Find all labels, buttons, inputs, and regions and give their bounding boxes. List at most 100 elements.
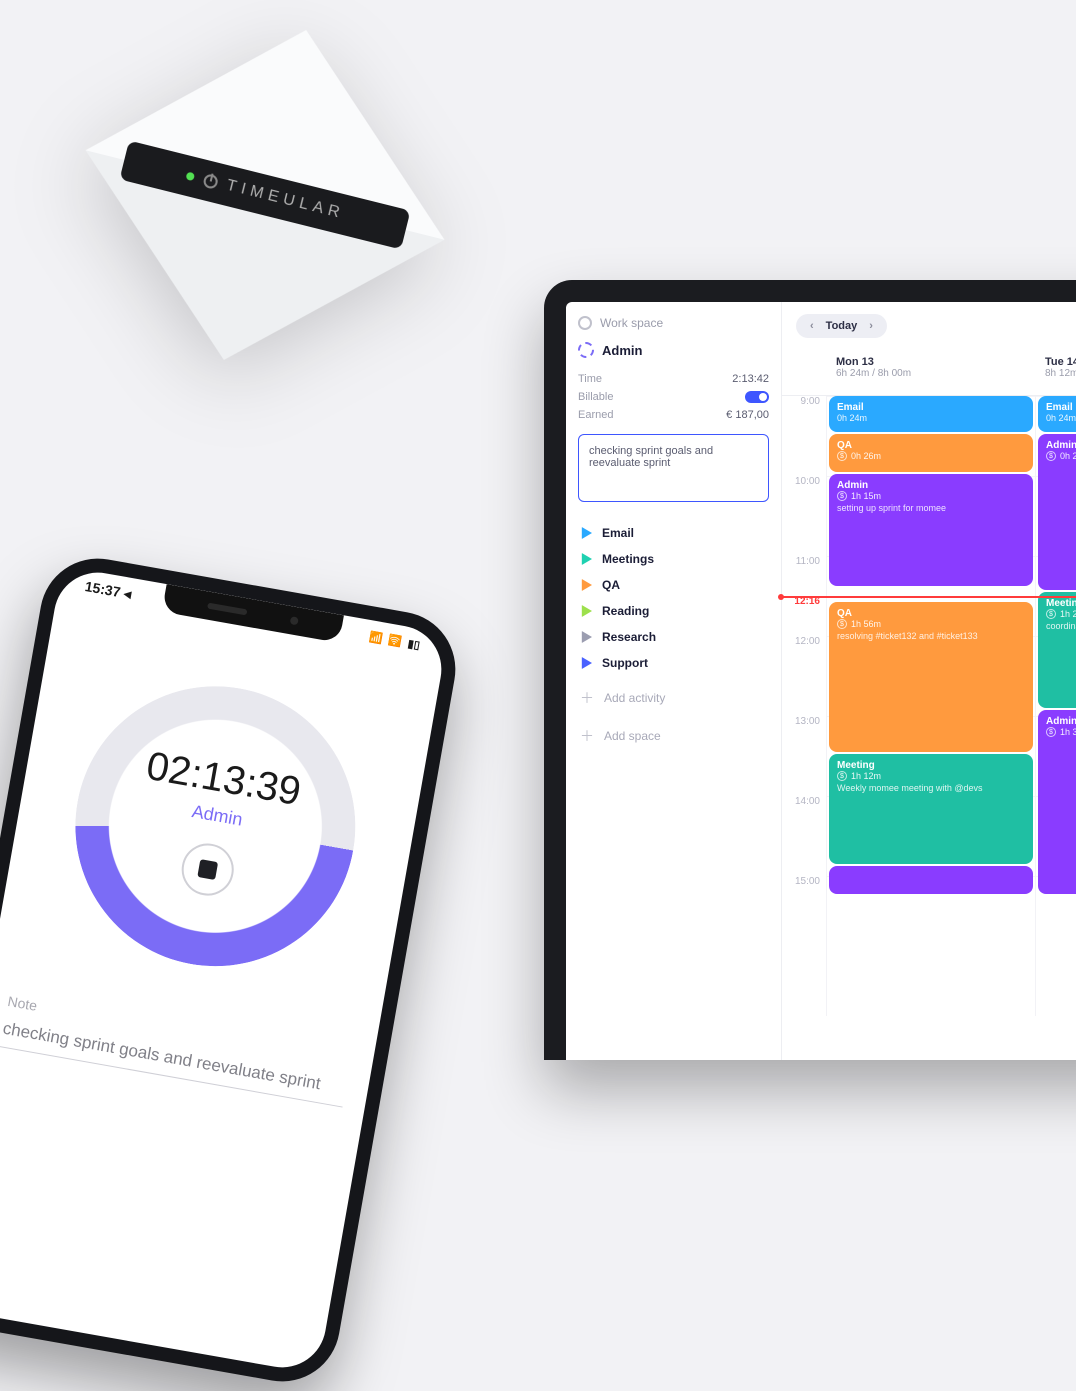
calendar-event[interactable]: Meeting$1h 20mcoordination @frontend bbox=[1038, 592, 1076, 708]
event-duration: 1h 20m bbox=[1060, 609, 1076, 619]
event-duration: 0h 27m bbox=[1060, 451, 1076, 461]
laptop-device: Work space Admin Time 2:13:42 Billable E… bbox=[544, 280, 1076, 1060]
play-icon bbox=[580, 631, 592, 643]
hour-label: 13:00 bbox=[795, 716, 820, 727]
billable-icon: $ bbox=[1046, 609, 1056, 619]
today-picker[interactable]: ‹ Today › bbox=[796, 314, 887, 338]
tracker-device: TIMEULAR bbox=[41, 0, 490, 419]
calendar-event[interactable]: Admin$1h 15m setting up sprint for momee bbox=[829, 474, 1033, 586]
event-title: Email bbox=[1046, 402, 1076, 413]
day-name: Tue 14 bbox=[1045, 356, 1076, 368]
event-duration: 1h 15m bbox=[851, 491, 881, 501]
timer-dial: 02:13:39 Admin bbox=[53, 664, 377, 988]
current-time-line bbox=[782, 596, 1076, 598]
calendar-event[interactable]: Meeting$1h 12mWeekly momee meeting with … bbox=[829, 754, 1033, 864]
power-icon bbox=[202, 173, 219, 190]
activity-label: Reading bbox=[602, 604, 649, 618]
event-duration: 1h 12m bbox=[851, 771, 881, 781]
play-icon bbox=[580, 527, 592, 539]
running-timer-icon bbox=[578, 342, 594, 358]
event-title: Admin bbox=[1046, 716, 1076, 727]
day-column-mon[interactable]: Email0h 24mQA$0h 26mAdmin$1h 15msetting … bbox=[826, 396, 1035, 1016]
activity-stats: Time 2:13:42 Billable Earned € 187,00 bbox=[578, 370, 769, 424]
hour-label: 15:00 bbox=[795, 876, 820, 887]
event-title: Admin bbox=[837, 480, 1025, 491]
billable-icon: $ bbox=[837, 451, 847, 461]
event-title: QA bbox=[837, 440, 1025, 451]
billable-label: Billable bbox=[578, 391, 613, 403]
time-value: 2:13:42 bbox=[732, 373, 769, 385]
chevron-right-icon[interactable]: › bbox=[869, 320, 873, 332]
phone-screen: 15:37 ◂ 📶 🛜 ▮▯ 02:13:39 Admin Note check… bbox=[0, 566, 448, 1375]
play-icon bbox=[580, 657, 592, 669]
event-duration: 1h 56m bbox=[851, 619, 881, 629]
phone-device: 15:37 ◂ 📶 🛜 ▮▯ 02:13:39 Admin Note check… bbox=[0, 549, 465, 1390]
add-activity-label: Add activity bbox=[604, 691, 665, 705]
activity-item[interactable]: Reading bbox=[578, 598, 769, 624]
day-sub: 8h 12m / 8 bbox=[1045, 368, 1076, 379]
hour-label: 10:00 bbox=[795, 476, 820, 487]
event-desc: Weekly momee meeting with @devs bbox=[837, 783, 1025, 793]
activity-label: Meetings bbox=[602, 552, 654, 566]
calendar: ‹ Today › Mon 13 6h 24m / 8h 00m Tue 14 … bbox=[781, 302, 1076, 1060]
billable-icon: $ bbox=[837, 619, 847, 629]
billable-toggle[interactable] bbox=[745, 391, 769, 403]
phone-notch bbox=[162, 584, 344, 643]
activity-item[interactable]: Research bbox=[578, 624, 769, 650]
note-textarea[interactable]: checking sprint goals and reevaluate spr… bbox=[578, 434, 769, 502]
calendar-event[interactable]: Admin$0h 27m bbox=[1038, 434, 1076, 590]
current-activity[interactable]: Admin bbox=[578, 342, 769, 358]
workspace-title: Work space bbox=[600, 316, 663, 330]
power-led-icon bbox=[185, 171, 195, 181]
billable-icon: $ bbox=[1046, 451, 1056, 461]
stop-icon bbox=[197, 859, 218, 880]
phone-clock: 15:37 ◂ bbox=[84, 578, 133, 603]
sidebar: Work space Admin Time 2:13:42 Billable E… bbox=[566, 302, 781, 1060]
calendar-event[interactable] bbox=[829, 866, 1033, 894]
event-title: Admin bbox=[1046, 440, 1076, 451]
workspace-header[interactable]: Work space bbox=[578, 316, 769, 330]
calendar-event[interactable]: Email0h 24m bbox=[1038, 396, 1076, 432]
timer-value: 02:13:39 bbox=[143, 744, 304, 815]
billable-icon: $ bbox=[1046, 727, 1056, 737]
event-title: QA bbox=[837, 608, 1025, 619]
play-icon bbox=[580, 579, 592, 591]
calendar-event[interactable]: Admin$1h 34m bbox=[1038, 710, 1076, 894]
activity-item[interactable]: QA bbox=[578, 572, 769, 598]
event-desc: resolving #ticket132 and #ticket133 bbox=[837, 631, 1025, 641]
earned-value: € 187,00 bbox=[726, 409, 769, 421]
event-desc: coordination @frontend bbox=[1046, 621, 1076, 631]
add-space-button[interactable]: ＋ Add space bbox=[578, 720, 769, 752]
activity-item[interactable]: Support bbox=[578, 650, 769, 676]
play-icon bbox=[580, 605, 592, 617]
earned-label: Earned bbox=[578, 409, 613, 421]
wifi-icon: 🛜 bbox=[387, 634, 403, 649]
timer-activity[interactable]: Admin bbox=[190, 801, 244, 831]
plus-icon: ＋ bbox=[580, 726, 594, 746]
calendar-event[interactable]: QA$0h 26m bbox=[829, 434, 1033, 472]
event-duration: 0h 24m bbox=[1046, 413, 1076, 423]
event-duration: 0h 24m bbox=[837, 413, 867, 423]
add-activity-button[interactable]: ＋ Add activity bbox=[578, 682, 769, 714]
hour-label: 11:00 bbox=[796, 556, 820, 567]
activity-item[interactable]: Email bbox=[578, 520, 769, 546]
stop-button[interactable] bbox=[178, 839, 238, 899]
play-icon bbox=[580, 553, 592, 565]
hour-label: 9:00 bbox=[801, 396, 820, 407]
calendar-event[interactable]: Email0h 24m bbox=[829, 396, 1033, 432]
event-duration: 1h 34m bbox=[1060, 727, 1076, 737]
battery-icon: ▮▯ bbox=[407, 637, 421, 652]
chevron-left-icon[interactable]: ‹ bbox=[810, 320, 814, 332]
activity-item[interactable]: Meetings bbox=[578, 546, 769, 572]
gear-icon bbox=[578, 316, 592, 330]
day-column-tue[interactable]: Email0h 24mAdmin$0h 27mMeeting$1h 20mcoo… bbox=[1035, 396, 1076, 1016]
day-header-tue[interactable]: Tue 14 8h 12m / 8 bbox=[1035, 350, 1076, 395]
app-window: Work space Admin Time 2:13:42 Billable E… bbox=[566, 302, 1076, 1060]
activity-label: QA bbox=[602, 578, 620, 592]
billable-icon: $ bbox=[837, 491, 847, 501]
event-desc: setting up sprint for momee bbox=[837, 503, 1025, 513]
plus-icon: ＋ bbox=[580, 688, 594, 708]
calendar-event[interactable]: QA$1h 56m resolving #ticket132 and #ticke… bbox=[829, 602, 1033, 752]
event-title: Email bbox=[837, 402, 1025, 413]
day-header-mon[interactable]: Mon 13 6h 24m / 8h 00m bbox=[826, 350, 1035, 395]
